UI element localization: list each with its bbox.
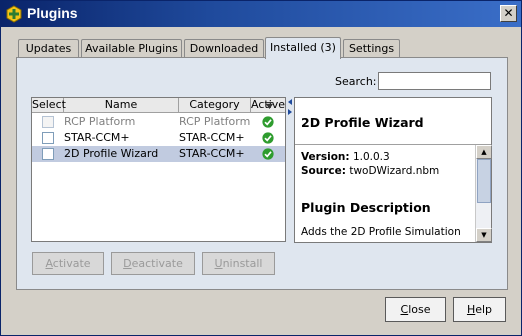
tab-settings[interactable]: Settings xyxy=(343,39,400,58)
plugin-name: RCP Platform xyxy=(64,115,136,128)
description-text: Adds the 2D Profile Simulation xyxy=(301,226,461,238)
plugin-category: STAR-CCM+ xyxy=(179,131,245,144)
table-header: Select Name Category Active xyxy=(32,98,285,113)
sort-descending-icon xyxy=(266,102,273,109)
plugin-name: 2D Profile Wizard xyxy=(64,147,159,160)
search-label: Search: xyxy=(335,75,377,88)
plugins-table: Select Name Category Active RCP Platform… xyxy=(31,97,286,242)
version-label: Version: xyxy=(301,151,350,163)
plugin-details-pane: 2D Profile Wizard Version: 1.0.0.3 Sourc… xyxy=(294,97,492,243)
scroll-down-arrow-icon[interactable]: ▼ xyxy=(476,228,492,242)
plugin-name: STAR-CCM+ xyxy=(64,131,130,144)
window-close-button[interactable]: ✕ xyxy=(500,5,517,22)
select-checkbox[interactable] xyxy=(42,116,54,128)
source-value: twoDWizard.nbm xyxy=(349,165,440,177)
plugin-category: STAR-CCM+ xyxy=(179,147,245,160)
tab-updates[interactable]: Updates xyxy=(18,39,79,58)
details-body: Version: 1.0.0.3 Source: twoDWizard.nbm … xyxy=(301,150,471,240)
source-label: Source: xyxy=(301,165,346,177)
tab-available-plugins[interactable]: Available Plugins xyxy=(81,39,182,58)
details-title: 2D Profile Wizard xyxy=(301,115,424,130)
details-scrollbar[interactable]: ▲ ▼ xyxy=(475,145,492,242)
split-pane-divider[interactable] xyxy=(286,97,294,242)
tab-installed[interactable]: Installed (3) xyxy=(265,37,341,59)
column-header-name[interactable]: Name xyxy=(64,98,179,113)
table-row[interactable]: RCP Platform RCP Platform xyxy=(32,114,285,130)
collapse-right-icon xyxy=(288,109,292,115)
details-divider xyxy=(295,144,491,145)
source-line: Source: twoDWizard.nbm xyxy=(301,164,471,178)
plugin-category: RCP Platform xyxy=(179,115,251,128)
select-checkbox[interactable] xyxy=(42,148,54,160)
close-button[interactable]: Close xyxy=(385,297,446,322)
scroll-thumb[interactable] xyxy=(477,159,491,203)
plugins-dialog: Plugins ✕ Updates Available Plugins Down… xyxy=(0,0,522,336)
scroll-up-arrow-icon[interactable]: ▲ xyxy=(476,145,492,159)
table-row[interactable]: 2D Profile Wizard STAR-CCM+ xyxy=(32,146,285,162)
active-check-icon xyxy=(262,132,274,144)
search-input[interactable] xyxy=(378,72,491,90)
description-heading: Plugin Description xyxy=(301,200,431,215)
table-row[interactable]: STAR-CCM+ STAR-CCM+ xyxy=(32,130,285,146)
active-check-icon xyxy=(262,148,274,160)
tab-downloaded[interactable]: Downloaded xyxy=(184,39,264,58)
select-checkbox[interactable] xyxy=(42,132,54,144)
deactivate-button[interactable]: Deactivate xyxy=(111,252,195,275)
title-bar[interactable]: Plugins ✕ xyxy=(1,1,521,27)
activate-button[interactable]: Activate xyxy=(32,252,104,275)
help-button[interactable]: Help xyxy=(453,297,506,322)
version-value: 1.0.0.3 xyxy=(352,151,390,163)
uninstall-button[interactable]: Uninstall xyxy=(202,252,275,275)
version-line: Version: 1.0.0.3 xyxy=(301,150,471,164)
column-header-select[interactable]: Select xyxy=(32,98,66,113)
active-check-icon xyxy=(262,116,274,128)
collapse-left-icon xyxy=(288,99,292,105)
plugin-icon xyxy=(6,5,22,23)
window-title: Plugins xyxy=(27,5,78,21)
column-header-category[interactable]: Category xyxy=(179,98,251,113)
